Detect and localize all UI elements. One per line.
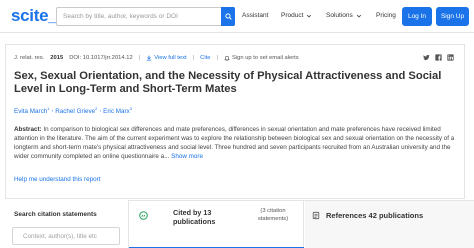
article-title: Sex, Sexual Orientation, and the Necessi… xyxy=(14,70,442,95)
bell-icon xyxy=(224,55,230,61)
author-link[interactable]: Eric Marx3 xyxy=(103,106,132,115)
top-navigation: scite_ Assistant Product Solutions Prici… xyxy=(0,0,474,33)
citation-search-label: Search citation statements xyxy=(14,211,97,218)
author-link[interactable]: Evita March1 xyxy=(14,106,49,115)
nav-product-label: Product xyxy=(281,12,304,19)
author-name: Rachel Grieve xyxy=(55,108,96,116)
search-field[interactable] xyxy=(56,7,235,26)
twitter-icon[interactable] xyxy=(423,54,430,61)
citation-statements-count: (3 citation statements) xyxy=(257,208,289,222)
references-icon xyxy=(312,211,320,220)
cite-link[interactable]: Cite xyxy=(200,55,210,61)
view-full-text-label: View full text xyxy=(154,55,187,61)
chevron-down-icon xyxy=(356,14,361,17)
nav-assistant[interactable]: Assistant xyxy=(242,12,268,19)
divider: | xyxy=(216,55,218,61)
abstract: Abstract: In comparison to biological se… xyxy=(14,125,456,161)
chevron-down-icon xyxy=(307,14,312,17)
abstract-text: In comparison to biological sex differen… xyxy=(14,126,455,160)
author-name: Eric Marx xyxy=(103,108,130,116)
scite-logo[interactable]: scite_ xyxy=(11,6,58,26)
share-buttons xyxy=(423,54,454,61)
quote-bubble-icon xyxy=(139,211,148,220)
download-icon xyxy=(147,55,152,61)
author-separator: , xyxy=(99,106,102,113)
nav-solutions-label: Solutions xyxy=(326,12,353,19)
author-affiliation: 2 xyxy=(95,106,98,111)
doi[interactable]: DOI: 10.1017/jrr.2014.12 xyxy=(69,55,133,61)
nav-solutions[interactable]: Solutions xyxy=(326,12,362,19)
abstract-label: Abstract: xyxy=(14,126,42,133)
facebook-icon[interactable] xyxy=(435,54,442,61)
help-understand-link[interactable]: Help me understand this report xyxy=(14,176,100,183)
nav-product[interactable]: Product xyxy=(281,12,312,19)
signup-button[interactable]: Sign Up xyxy=(436,7,469,26)
citation-search-input[interactable] xyxy=(23,228,117,244)
login-button[interactable]: Log In xyxy=(402,7,432,26)
nav-assistant-label: Assistant xyxy=(242,12,269,19)
view-full-text-link[interactable]: View full text xyxy=(146,55,187,61)
search-icon xyxy=(224,13,232,20)
nav-pricing-label: Pricing xyxy=(376,12,396,19)
article-meta: J. relat. res. 2015 DOI: 10.1017/jrr.201… xyxy=(14,55,299,61)
divider: | xyxy=(138,55,141,61)
search-button[interactable] xyxy=(221,7,235,26)
author-list: Evita March1, Rachel Grieve2, Eric Marx3 xyxy=(14,106,132,115)
author-link[interactable]: Rachel Grieve2 xyxy=(55,106,97,115)
email-alert-link[interactable]: Sign up to set email alerts xyxy=(224,55,299,61)
tab-cited-by[interactable]: Cited by 13 publications (3 citation sta… xyxy=(129,201,304,248)
author-separator: , xyxy=(51,106,54,113)
author-affiliation: 1 xyxy=(47,106,50,111)
show-more-link[interactable]: Show more xyxy=(171,153,203,160)
author-name: Evita March xyxy=(14,108,48,116)
publication-year: 2015 xyxy=(50,55,64,61)
tab-references[interactable]: References 42 publications xyxy=(305,201,474,248)
journal-name: J. relat. res. xyxy=(14,55,45,61)
citation-tabs: Cited by 13 publications (3 citation sta… xyxy=(128,200,474,248)
citation-search-field[interactable] xyxy=(12,227,120,245)
linkedin-icon[interactable] xyxy=(447,54,454,61)
divider: | xyxy=(192,55,195,61)
author-affiliation: 3 xyxy=(129,106,132,111)
nav-pricing[interactable]: Pricing xyxy=(376,12,396,19)
cited-by-count: Cited by 13 publications xyxy=(173,208,216,226)
email-alert-label: Sign up to set email alerts xyxy=(231,55,299,61)
references-count: References 42 publications xyxy=(326,211,424,220)
search-input[interactable] xyxy=(63,8,213,25)
